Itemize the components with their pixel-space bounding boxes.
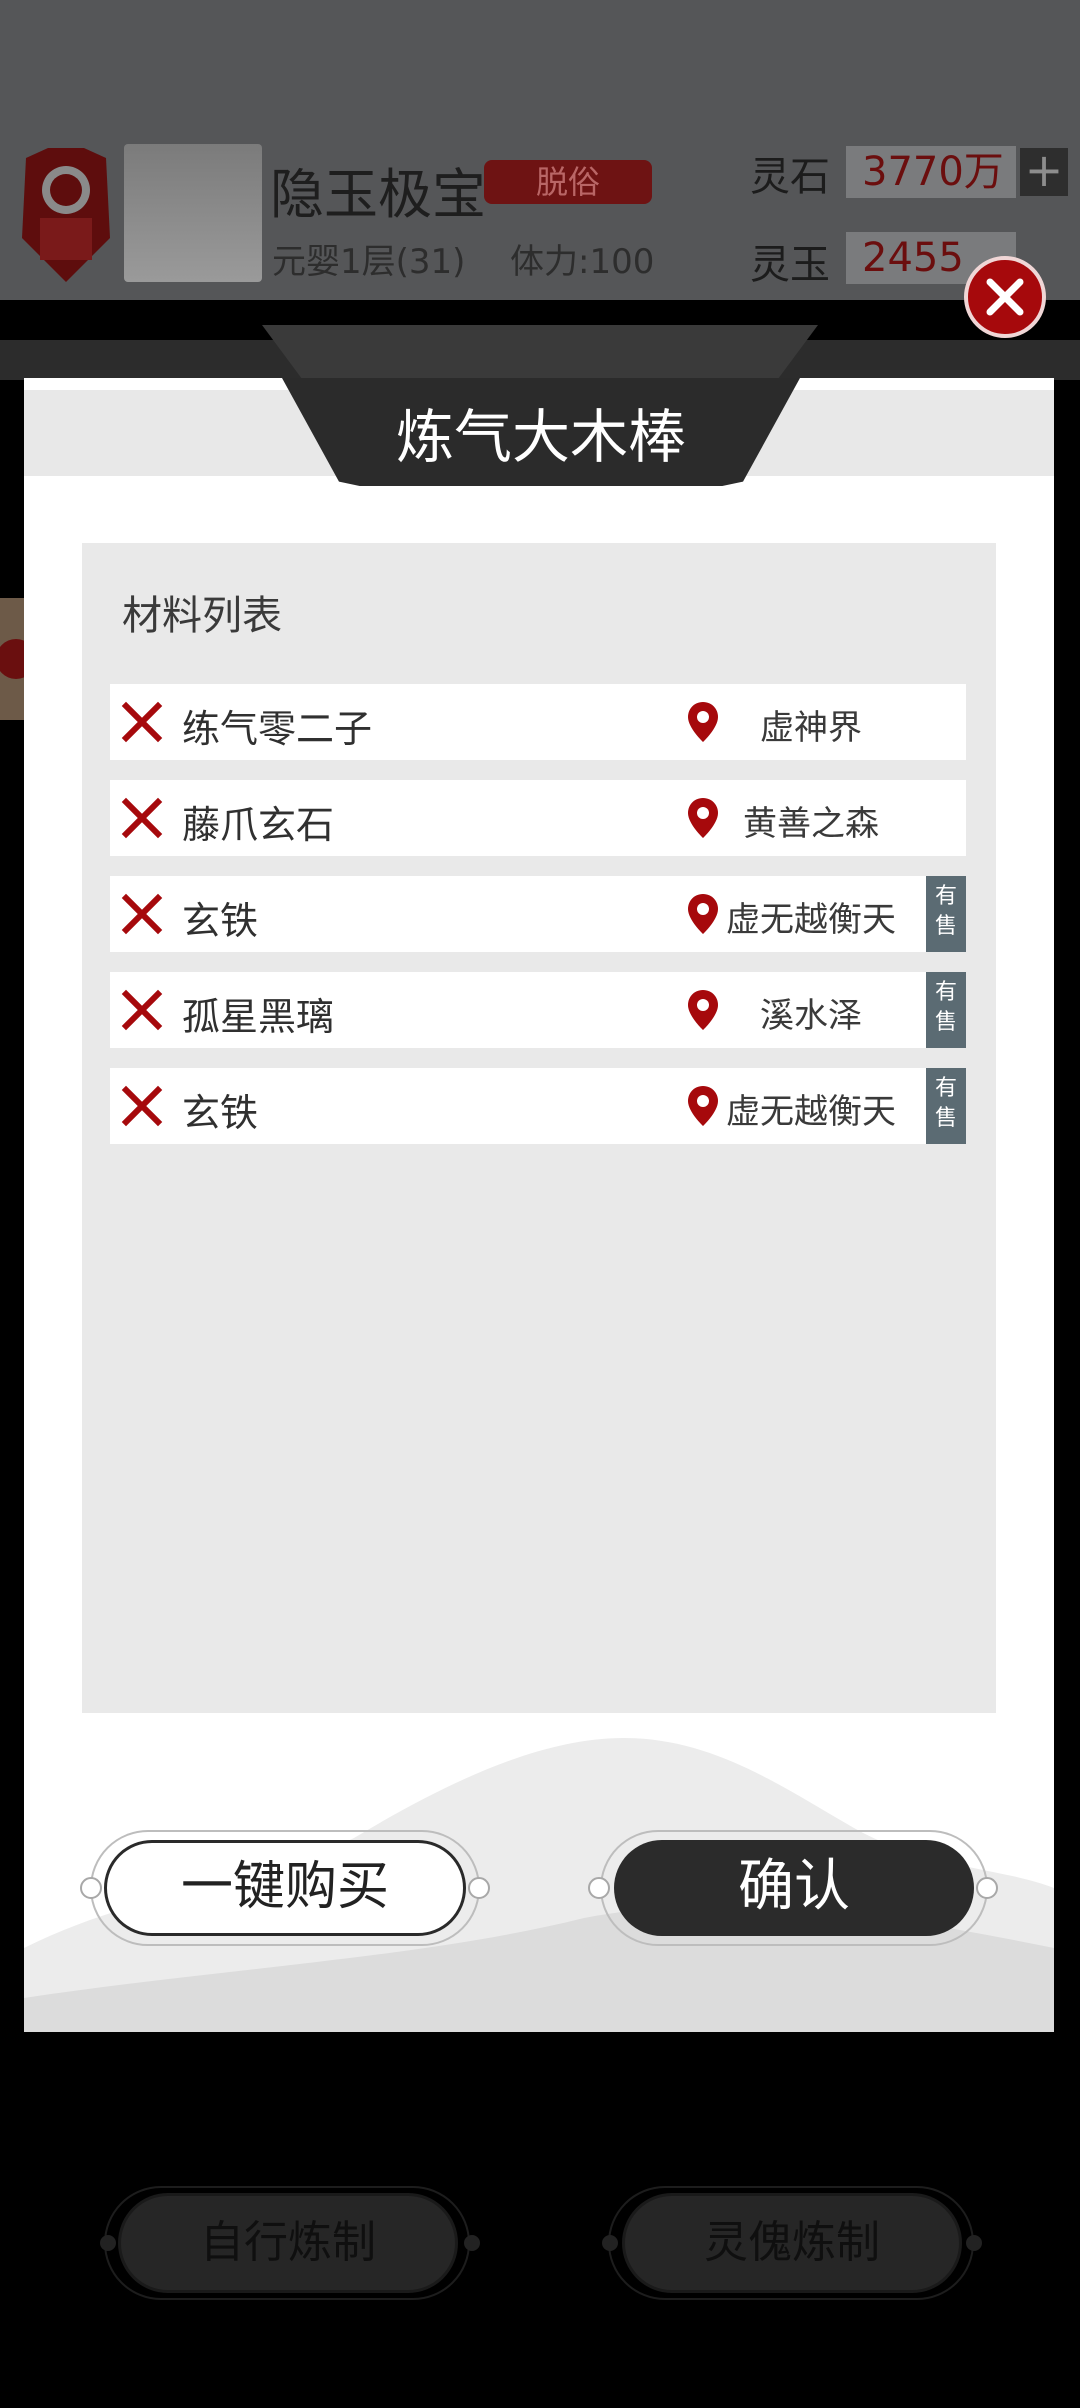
materials-panel: 材料列表 练气零二子 虚神界 藤爪玄石 黄善之森 玄铁 虚无越衡天 有售 孤星黑… [82,543,996,1713]
recipe-dialog: 炼气大木棒 材料列表 练气零二子 虚神界 藤爪玄石 黄善之森 玄铁 虚无越衡天 … [24,378,1054,2032]
puppet-craft-dot-left [602,2235,618,2251]
material-name: 玄铁 [182,1091,259,1135]
map-pin-icon [688,702,718,742]
level-text: 元婴1层(31) [272,242,466,282]
material-location[interactable]: 虚无越衡天 [722,892,900,941]
add-spirit-stone-button[interactable]: + [1020,147,1068,196]
material-row[interactable]: 孤星黑璃 溪水泽 有售 [110,972,966,1048]
confirm-dot-left [588,1877,610,1899]
buy-all-dot-right [468,1877,490,1899]
x-icon [121,797,163,839]
for-sale-tag[interactable]: 有售 [926,876,966,952]
map-pin-icon [688,894,718,934]
for-sale-tag-line2: 售 [934,914,957,939]
materials-panel-title: 材料列表 [122,593,282,639]
material-row[interactable]: 练气零二子 虚神界 [110,684,966,760]
for-sale-tag-line1: 有 [934,1076,957,1101]
buy-all-button[interactable]: 一键购买 [104,1840,466,1936]
x-icon [121,893,163,935]
confirm-dot-right [976,1877,998,1899]
puppet-craft-button[interactable]: 灵傀炼制 [622,2193,962,2293]
x-icon [121,1085,163,1127]
spirit-stone-label: 灵石 [750,154,830,200]
sect-emblem-icon [22,148,110,282]
x-icon [121,701,163,743]
stamina-text: 体力:100 [510,242,655,282]
material-row[interactable]: 藤爪玄石 黄善之森 [110,780,966,856]
for-sale-tag[interactable]: 有售 [926,972,966,1048]
map-pin-icon [688,990,718,1030]
dialog-title: 炼气大木棒 [395,403,686,471]
material-name: 玄铁 [182,899,259,943]
page-title-tab [262,325,818,385]
self-craft-button[interactable]: 自行炼制 [118,2193,458,2293]
material-name: 藤爪玄石 [182,803,335,847]
player-name: 隐玉极宝 [270,163,486,226]
rank-badge: 脱俗 [484,160,652,204]
material-location[interactable]: 虚神界 [722,700,900,749]
confirm-button[interactable]: 确认 [614,1840,974,1936]
material-location[interactable]: 黄善之森 [722,796,900,845]
map-pin-icon [688,1086,718,1126]
self-craft-dot-left [100,2235,116,2251]
spirit-stone-value: 3770万 [846,146,1016,198]
material-row[interactable]: 玄铁 虚无越衡天 有售 [110,1068,966,1144]
buy-all-dot-left [80,1877,102,1899]
self-craft-dot-right [464,2235,480,2251]
x-icon [121,989,163,1031]
spirit-jade-label: 灵玉 [750,242,830,288]
for-sale-tag-line2: 售 [934,1106,957,1131]
material-location[interactable]: 虚无越衡天 [722,1084,900,1133]
for-sale-tag-line1: 有 [934,884,957,909]
material-location[interactable]: 溪水泽 [722,988,900,1037]
material-name: 练气零二子 [182,707,373,751]
avatar[interactable] [124,144,262,282]
for-sale-tag-line1: 有 [934,980,957,1005]
material-row[interactable]: 玄铁 虚无越衡天 有售 [110,876,966,952]
map-pin-icon [688,798,718,838]
close-button[interactable] [964,256,1046,338]
material-name: 孤星黑璃 [182,995,335,1039]
puppet-craft-dot-right [966,2235,982,2251]
close-icon [986,278,1024,316]
for-sale-tag[interactable]: 有售 [926,1068,966,1144]
for-sale-tag-line2: 售 [934,1010,957,1035]
